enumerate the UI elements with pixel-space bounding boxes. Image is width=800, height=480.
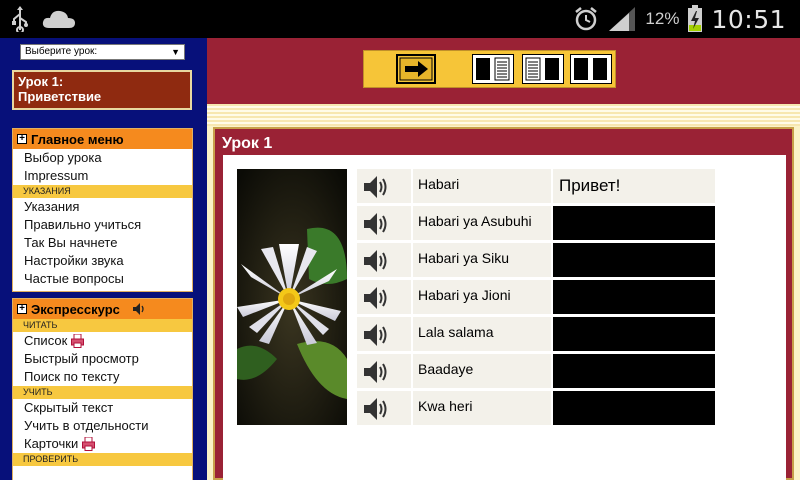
menu-item-lesson-select[interactable]: Выбор урока <box>13 149 192 167</box>
arrow-right-icon <box>399 57 433 81</box>
main-menu-title: Главное меню <box>31 131 124 147</box>
lesson-select[interactable]: Выберите урок: ▼ <box>20 44 185 60</box>
phrase-translation[interactable]: Привет! <box>553 169 715 203</box>
status-bar: 12% 10:51 <box>0 0 800 38</box>
play-audio-button[interactable] <box>357 169 411 203</box>
menu-item-list[interactable]: Список <box>13 332 192 350</box>
speaker-icon <box>364 213 387 235</box>
hidden-translation[interactable] <box>553 391 715 425</box>
menu-item-quick-view[interactable]: Быстрый просмотр <box>13 350 192 368</box>
signal-icon <box>609 7 636 31</box>
sidebar: Выберите урок: ▼ Урок 1: Приветствие + Г… <box>0 38 207 480</box>
dropdown-arrow-icon: ▼ <box>171 47 180 57</box>
lesson-panel: Урок 1 Habari Привет! Habari ya Asubuhi … <box>213 127 794 480</box>
section-instructions: УКАЗАНИЯ <box>13 185 192 198</box>
speaker-icon <box>364 361 387 383</box>
main-menu-panel: + Главное меню Выбор урока Impressum УКА… <box>12 128 193 292</box>
battery-percent: 12% <box>645 9 680 28</box>
phrase-text: Habari ya Jioni <box>413 280 551 314</box>
toolbar <box>363 50 616 88</box>
next-arrow-button[interactable] <box>396 54 436 84</box>
lesson-select-value: Выберите урок: <box>25 46 98 57</box>
layout-text-left-button[interactable] <box>522 54 564 84</box>
cloud-icon <box>42 10 75 28</box>
hidden-translation[interactable] <box>553 354 715 388</box>
hidden-translation[interactable] <box>553 206 715 240</box>
expand-plus-icon[interactable]: + <box>17 134 27 144</box>
express-course-title: Экспресскурс <box>31 301 120 317</box>
play-audio-button[interactable] <box>357 206 411 240</box>
current-lesson-name: Приветствие <box>18 89 102 104</box>
speaker-icon <box>364 324 387 346</box>
decorative-stripes <box>207 104 800 126</box>
play-audio-button[interactable] <box>357 280 411 314</box>
menu-item-sound-settings[interactable]: Настройки звука <box>13 252 192 270</box>
current-lesson-number: Урок 1: <box>18 74 64 89</box>
current-lesson-box[interactable]: Урок 1: Приветствие <box>12 70 192 110</box>
layout-text-left-icon <box>525 57 559 81</box>
speaker-icon <box>364 176 387 198</box>
menu-item-impressum[interactable]: Impressum <box>13 167 192 185</box>
menu-item-getting-started[interactable]: Так Вы начнете <box>13 234 192 252</box>
alarm-icon <box>575 7 598 31</box>
speaker-icon <box>364 398 387 420</box>
lesson-content: Habari Привет! Habari ya Asubuhi Habari … <box>223 155 786 480</box>
clock: 10:51 <box>711 4 786 34</box>
layout-text-right-button[interactable] <box>472 54 514 84</box>
menu-item-hidden-text[interactable]: Скрытый текст <box>13 399 192 417</box>
section-check: ПРОВЕРИТЬ <box>13 453 192 466</box>
speaker-icon <box>364 250 387 272</box>
menu-item-text-search[interactable]: Поиск по тексту <box>13 368 192 386</box>
menu-item-flashcards-label: Карточки <box>24 436 79 451</box>
express-course-panel: + Экспресскурс ЧИТАТЬ Список Быстрый про… <box>12 298 193 480</box>
printer-icon[interactable] <box>82 437 96 451</box>
phrase-text: Habari ya Asubuhi <box>413 206 551 240</box>
main-menu-header[interactable]: + Главное меню <box>13 129 192 149</box>
speaker-icon <box>364 287 387 309</box>
play-audio-button[interactable] <box>357 317 411 351</box>
section-read: ЧИТАТЬ <box>13 319 192 332</box>
battery-charging-icon <box>688 5 703 32</box>
menu-item-list-label: Список <box>24 333 68 348</box>
menu-item-learn-separately[interactable]: Учить в отдельности <box>13 417 192 435</box>
section-learn: УЧИТЬ <box>13 386 192 399</box>
phrase-text: Habari <box>413 169 551 203</box>
menu-item-flashcards[interactable]: Карточки <box>13 435 192 453</box>
phrase-text: Habari ya Siku <box>413 243 551 277</box>
speaker-icon[interactable] <box>132 302 146 316</box>
expand-plus-icon[interactable]: + <box>17 304 27 314</box>
hidden-translation[interactable] <box>553 280 715 314</box>
menu-item-instructions[interactable]: Указания <box>13 198 192 216</box>
hidden-translation[interactable] <box>553 317 715 351</box>
layout-two-column-icon <box>574 58 607 80</box>
play-audio-button[interactable] <box>357 354 411 388</box>
menu-item-faq[interactable]: Частые вопросы <box>13 270 192 288</box>
layout-text-right-icon <box>476 57 510 81</box>
usb-icon <box>12 6 28 32</box>
menu-item-learn-correctly[interactable]: Правильно учиться <box>13 216 192 234</box>
play-audio-button[interactable] <box>357 243 411 277</box>
phrase-text: Baadaye <box>413 354 551 388</box>
phrase-text: Kwa heri <box>413 391 551 425</box>
hidden-translation[interactable] <box>553 243 715 277</box>
lesson-title: Урок 1 <box>222 135 273 152</box>
lesson-image <box>237 169 347 425</box>
express-course-header[interactable]: + Экспресскурс <box>13 299 192 319</box>
phrase-text: Lala salama <box>413 317 551 351</box>
printer-icon[interactable] <box>71 334 85 348</box>
layout-two-column-button[interactable] <box>570 54 612 84</box>
play-audio-button[interactable] <box>357 391 411 425</box>
